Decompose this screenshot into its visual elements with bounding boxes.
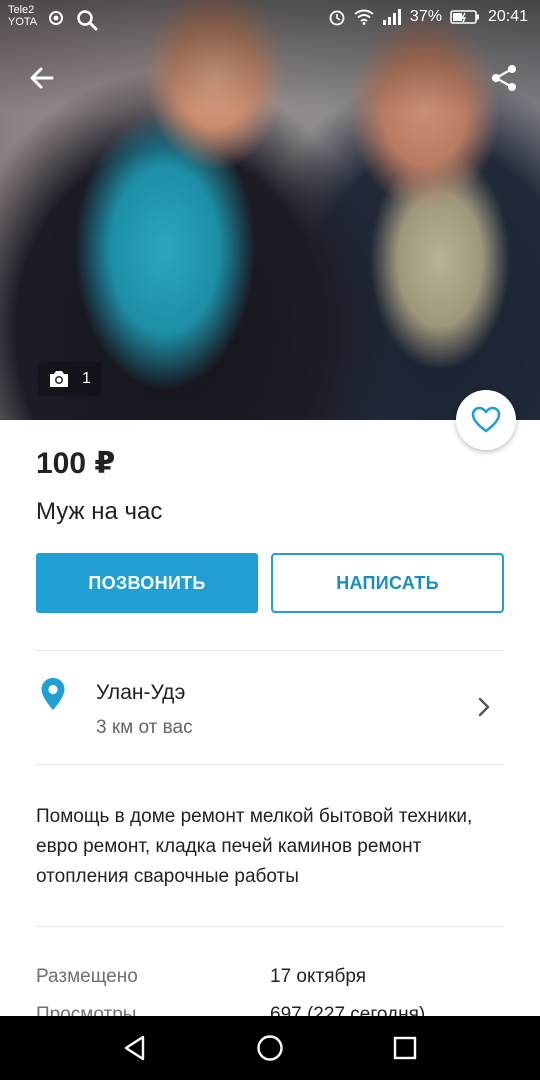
nav-recents-icon[interactable]	[390, 1033, 420, 1063]
share-icon	[492, 65, 516, 91]
carrier-line-2: YOTA	[8, 16, 38, 28]
alarm-icon	[329, 10, 345, 26]
write-message-button[interactable]: НАПИСАТЬ	[271, 553, 504, 613]
detail-value: 17 октября	[270, 966, 367, 987]
location-row[interactable]: Улан-Удэ 3 км от вас	[0, 651, 540, 763]
signal-icon	[382, 9, 401, 25]
nav-back-icon[interactable]	[120, 1033, 150, 1063]
back-button[interactable]	[26, 62, 58, 94]
navigation-bar	[0, 1016, 540, 1080]
photo-count: 1	[82, 370, 91, 387]
detail-label: Размещено	[36, 966, 138, 987]
share-button[interactable]	[488, 62, 520, 94]
status-bar: Tele2 YOTA 37% 20:41	[0, 0, 540, 36]
listing-price: 100 ₽	[36, 447, 116, 480]
divider	[36, 926, 504, 927]
carrier-line-1: Tele2	[8, 4, 35, 16]
nav-home-icon[interactable]	[255, 1033, 285, 1063]
camera-icon	[50, 371, 68, 387]
chevron-right-icon	[478, 697, 490, 717]
photo-count-badge: 1	[38, 362, 101, 396]
carrier-label: Tele2 YOTA	[8, 4, 37, 28]
camera-status-icon	[49, 11, 63, 25]
wifi-icon	[354, 9, 374, 25]
location-distance: 3 км от вас	[96, 717, 193, 738]
divider	[36, 764, 504, 765]
favorite-button[interactable]	[456, 390, 516, 450]
location-pin-icon	[41, 678, 65, 710]
back-arrow-icon	[30, 67, 54, 89]
call-button[interactable]: ПОЗВОНИТЬ	[36, 553, 258, 613]
location-city: Улан-Удэ	[96, 681, 186, 704]
battery-icon	[450, 10, 479, 24]
clock: 20:41	[487, 8, 528, 25]
heart-icon	[471, 406, 501, 433]
listing-description: Помощь в доме ремонт мелкой бытовой техн…	[36, 806, 473, 887]
listing-title: Муж на час	[36, 498, 163, 525]
battery-percent: 37%	[409, 8, 442, 25]
search-status-icon	[77, 10, 98, 31]
